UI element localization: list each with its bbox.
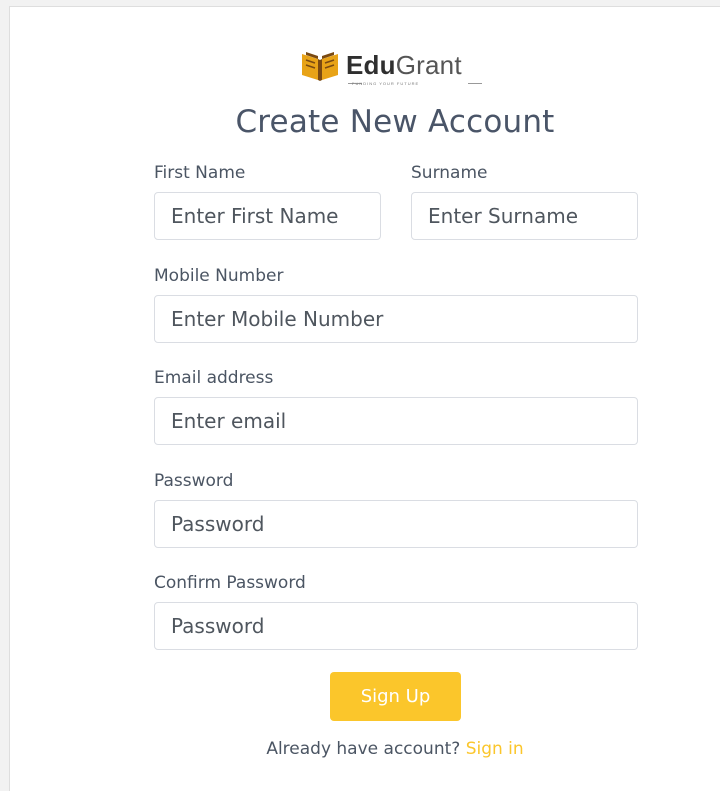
brand-tagline: FUNDING YOUR FUTURE [352, 81, 420, 86]
confirm-password-label: Confirm Password [154, 573, 306, 593]
password-label: Password [154, 471, 234, 491]
mobile-input[interactable] [154, 295, 638, 343]
email-input[interactable] [154, 397, 638, 445]
confirm-password-input[interactable] [154, 602, 638, 650]
brand-name-light: Grant [395, 50, 462, 80]
brand-name: EduGrant [346, 50, 462, 81]
page-title: Create New Account [235, 104, 555, 140]
surname-input[interactable] [411, 192, 638, 240]
password-input[interactable] [154, 500, 638, 548]
sign-in-prompt: Already have account? Sign in [0, 739, 720, 759]
brand-logo: EduGrant FUNDING YOUR FUTURE [300, 46, 490, 86]
sign-in-prompt-text: Already have account? [266, 739, 461, 759]
tagline-rule-right [468, 83, 482, 84]
surname-label: Surname [411, 163, 488, 183]
first-name-input[interactable] [154, 192, 381, 240]
sign-up-button[interactable]: Sign Up [330, 672, 461, 721]
first-name-label: First Name [154, 163, 246, 183]
brand-name-bold: Edu [346, 50, 396, 80]
book-icon [302, 52, 338, 81]
email-label: Email address [154, 368, 274, 388]
mobile-label: Mobile Number [154, 266, 284, 286]
sign-in-link[interactable]: Sign in [466, 739, 524, 759]
